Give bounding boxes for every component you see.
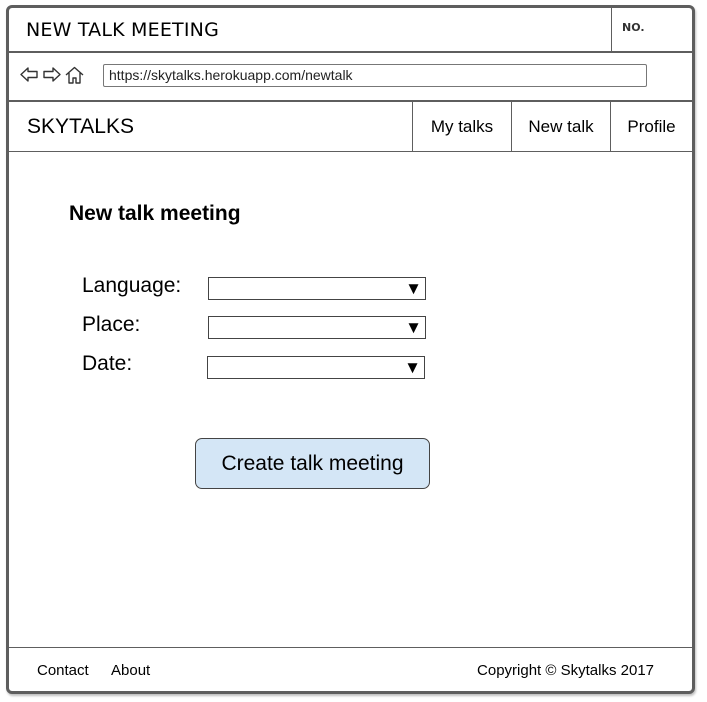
chevron-down-icon: ▼ <box>405 318 422 337</box>
date-label: Date: <box>82 352 133 375</box>
tab-my-talks[interactable]: My talks <box>412 102 511 151</box>
app-navbar: SKYTALKS My talks New talk Profile <box>9 102 692 152</box>
place-select[interactable]: ▼ <box>208 316 426 339</box>
copyright-text: Copyright © Skytalks 2017 <box>477 662 654 679</box>
main-content: New talk meeting Language: ▼ Place: ▼ Da… <box>9 152 692 648</box>
place-label: Place: <box>82 313 141 336</box>
back-arrow-icon[interactable] <box>20 66 39 84</box>
chevron-down-icon: ▼ <box>404 358 421 377</box>
tab-profile[interactable]: Profile <box>610 102 692 151</box>
window-number-label: NO. <box>622 21 645 34</box>
window-titlebar: NEW TALK MEETING NO. <box>9 8 692 53</box>
browser-window: NEW TALK MEETING NO. https://skytalks.he… <box>6 5 695 694</box>
footer-link-contact[interactable]: Contact <box>37 662 89 679</box>
tab-new-talk[interactable]: New talk <box>511 102 610 151</box>
language-select[interactable]: ▼ <box>208 277 426 300</box>
brand-logo[interactable]: SKYTALKS <box>27 115 134 139</box>
chevron-down-icon: ▼ <box>405 279 422 298</box>
browser-nav-icons <box>20 66 85 84</box>
footer-link-about[interactable]: About <box>111 662 150 679</box>
home-icon[interactable] <box>64 66 85 84</box>
window-title: NEW TALK MEETING <box>26 19 220 41</box>
url-input[interactable]: https://skytalks.herokuapp.com/newtalk <box>103 64 647 87</box>
forward-arrow-icon[interactable] <box>42 66 61 84</box>
window-number-box: NO. <box>611 8 692 51</box>
date-select[interactable]: ▼ <box>207 356 425 379</box>
page-title: New talk meeting <box>69 202 241 225</box>
language-label: Language: <box>82 274 182 297</box>
create-talk-meeting-button[interactable]: Create talk meeting <box>195 438 430 489</box>
browser-address-bar: https://skytalks.herokuapp.com/newtalk <box>9 53 692 102</box>
footer: Contact About Copyright © Skytalks 2017 <box>9 647 692 691</box>
